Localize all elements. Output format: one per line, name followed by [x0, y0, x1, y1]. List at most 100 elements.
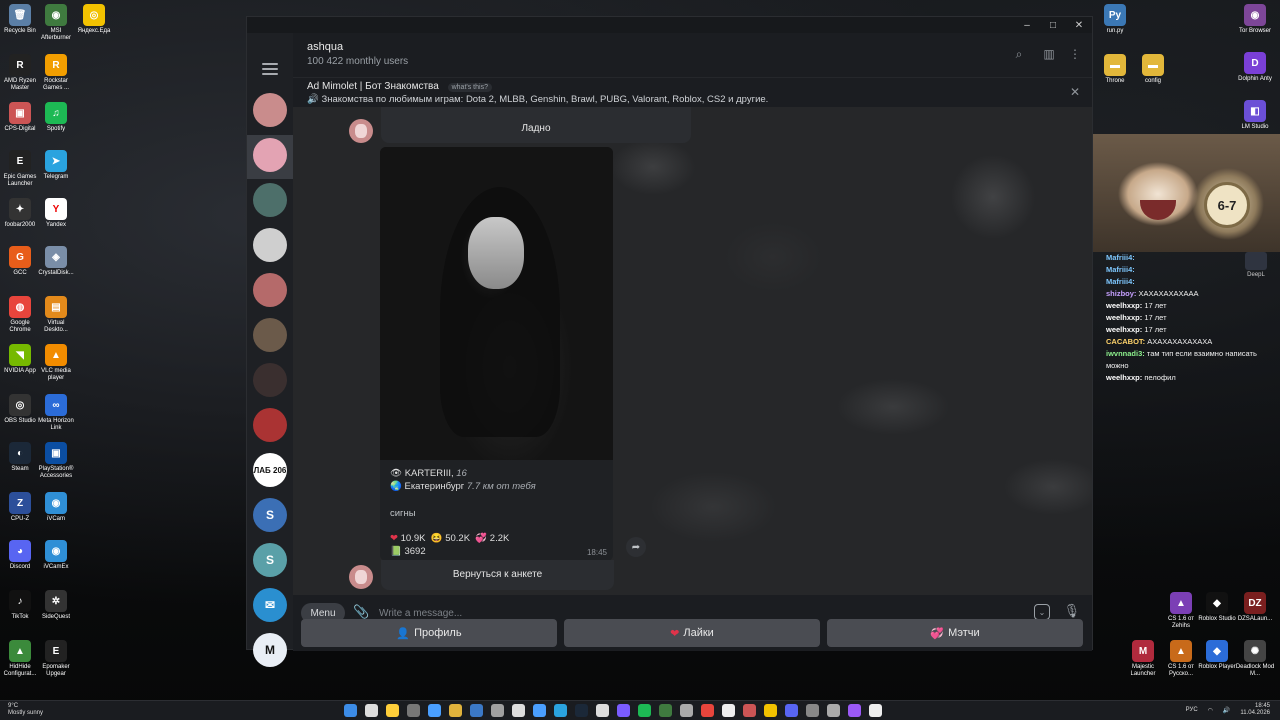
attach-icon[interactable]: 📎	[353, 604, 369, 620]
desktop-shortcut[interactable]: ◕ Discord	[0, 540, 40, 571]
keyboard-button-likes[interactable]: ❤ Лайки	[564, 619, 820, 647]
taskbar-app-icon[interactable]	[365, 704, 378, 717]
taskbar-app-icon[interactable]	[806, 704, 819, 717]
chat-list-item[interactable]	[253, 318, 287, 352]
close-button[interactable]: ✕	[1066, 17, 1092, 33]
desktop-shortcut[interactable]: ◎ OBS Studio	[0, 394, 40, 425]
taskbar-app-icon[interactable]	[869, 704, 882, 717]
desktop-shortcut[interactable]: ◥ NVIDIA App	[0, 344, 40, 375]
back-to-profile-button[interactable]: Вернуться к анкете	[381, 560, 614, 590]
desktop-shortcut[interactable]: DZ DZSALaun...	[1234, 592, 1276, 623]
taskbar-clock[interactable]: 18:45 11.04.2026	[1240, 703, 1270, 717]
desktop-shortcut[interactable]: ◉ iVCam	[36, 492, 76, 523]
desktop-shortcut[interactable]: ▲ HidHide Configurat...	[0, 640, 40, 678]
taskbar-app-icon[interactable]	[449, 704, 462, 717]
chat-list-item[interactable]	[253, 363, 287, 397]
menu-icon[interactable]	[262, 63, 278, 78]
whats-this-button[interactable]: what's this?	[447, 83, 492, 92]
search-icon[interactable]: ⌕	[1010, 45, 1028, 63]
desktop-shortcut[interactable]: Y Yandex	[36, 198, 76, 229]
taskbar-app-icon[interactable]	[407, 704, 420, 717]
more-options-icon[interactable]: ⋮	[1066, 45, 1084, 63]
desktop-shortcut[interactable]: ▣ CPS-Digital	[0, 102, 40, 133]
taskbar-app-icon[interactable]	[785, 704, 798, 717]
keyboard-button-profile[interactable]: 👤 Профиль	[301, 619, 557, 647]
taskbar-app-icon[interactable]	[764, 704, 777, 717]
taskbar-app-icon[interactable]	[596, 704, 609, 717]
taskbar-app-icon[interactable]	[827, 704, 840, 717]
chat-list-item[interactable]	[253, 273, 287, 307]
desktop-shortcut[interactable]: ✺ Deadlock Mod M...	[1234, 640, 1276, 678]
desktop-shortcut[interactable]: ∞ Meta Horizon Link	[36, 394, 76, 432]
desktop-shortcut[interactable]: ✦ foobar2000	[0, 198, 40, 229]
taskbar-app-icon[interactable]	[617, 704, 630, 717]
desktop-shortcut[interactable]: ▲ VLC media player	[36, 344, 76, 382]
sidebar-toggle-icon[interactable]: ▥	[1040, 45, 1058, 63]
wifi-icon[interactable]: ◠	[1208, 707, 1213, 714]
keyboard-toggle-icon[interactable]: ⌄	[1034, 604, 1050, 620]
desktop-shortcut[interactable]: ◈ CrystalDisk...	[36, 246, 76, 277]
taskbar-app-icon[interactable]	[680, 704, 693, 717]
taskbar-app-icon[interactable]	[470, 704, 483, 717]
chat-list-item[interactable]: M	[253, 633, 287, 667]
desktop-shortcut[interactable]: ✲ SideQuest	[36, 590, 76, 621]
desktop-shortcut[interactable]: ◆ Roblox Studio	[1196, 592, 1238, 623]
desktop-shortcut[interactable]: ◉ iVCamEx	[36, 540, 76, 571]
sponsored-message[interactable]: Ad Mimolet | Бот Знакомства what's this?…	[293, 77, 1092, 107]
desktop-shortcut[interactable]: 🗑 Recycle Bin	[0, 4, 40, 35]
chat-list-item[interactable]	[253, 93, 287, 127]
taskbar-app-icon[interactable]	[512, 704, 525, 717]
chat-list-item[interactable]: ЛАБ 206	[253, 453, 287, 487]
taskbar-app-icon[interactable]	[344, 704, 357, 717]
language-indicator[interactable]: РУС	[1186, 707, 1198, 713]
taskbar-app-icon[interactable]	[575, 704, 588, 717]
desktop-shortcut[interactable]: ◍ Google Chrome	[0, 296, 40, 334]
desktop-shortcut[interactable]: ♫ Spotify	[36, 102, 76, 133]
desktop-shortcut[interactable]: ♪ TikTok	[0, 590, 40, 621]
maximize-button[interactable]: □	[1040, 17, 1066, 33]
desktop-shortcut[interactable]: ◆ Roblox Player	[1196, 640, 1238, 671]
bot-avatar-2[interactable]	[349, 565, 373, 589]
close-ad-icon[interactable]: ✕	[1070, 85, 1080, 99]
taskbar-app-icon[interactable]	[533, 704, 546, 717]
desktop-shortcut[interactable]: ◧ LM Studio	[1234, 100, 1276, 131]
desktop-shortcut[interactable]: D Dolphin Anty	[1234, 52, 1276, 83]
chat-list-item[interactable]	[253, 138, 287, 172]
taskbar-app-icon[interactable]	[848, 704, 861, 717]
desktop-shortcut[interactable]: Z CPU-Z	[0, 492, 40, 523]
desktop-shortcut[interactable]: ◉ Tor Browser	[1234, 4, 1276, 35]
inline-button-ok[interactable]: Ладно	[381, 107, 691, 143]
taskbar-app-icon[interactable]	[491, 704, 504, 717]
taskbar-app-icon[interactable]	[722, 704, 735, 717]
taskbar-app-icon[interactable]	[743, 704, 756, 717]
taskbar-app-icon[interactable]	[428, 704, 441, 717]
profile-photo[interactable]	[380, 147, 613, 460]
taskbar-app-icon[interactable]	[701, 704, 714, 717]
desktop-shortcut[interactable]: E Epomaker Upgear	[36, 640, 76, 678]
weather-widget[interactable]: 9°C Mostly sunny	[8, 703, 43, 717]
taskbar-app-icon[interactable]	[554, 704, 567, 717]
desktop-shortcut[interactable]: M Majestic Launcher	[1122, 640, 1164, 678]
keyboard-button-matches[interactable]: 💞 Мэтчи	[827, 619, 1083, 647]
chat-title[interactable]: ashqua	[307, 41, 343, 53]
chat-list-item[interactable]: S	[253, 498, 287, 532]
desktop-shortcut[interactable]: R AMD Ryzen Master	[0, 54, 40, 92]
chat-list-item[interactable]	[253, 408, 287, 442]
desktop-shortcut[interactable]: E Epic Games Launcher	[0, 150, 40, 188]
desktop-shortcut[interactable]: ➤ Telegram	[36, 150, 76, 181]
chat-list-item[interactable]: ✉	[253, 588, 287, 622]
desktop-shortcut[interactable]: ▤ Virtual Deskto...	[36, 296, 76, 334]
taskbar-app-icon[interactable]	[638, 704, 651, 717]
chat-list-item[interactable]	[253, 228, 287, 262]
forward-icon[interactable]: ➦	[626, 537, 646, 557]
chat-list-item[interactable]: S	[253, 543, 287, 577]
desktop-shortcut[interactable]: ▣ PlayStation® Accessories	[36, 442, 76, 480]
minimize-button[interactable]: –	[1014, 17, 1040, 33]
microphone-icon[interactable]: 🎙	[1063, 603, 1080, 619]
volume-icon[interactable]: 🔊	[1223, 707, 1230, 714]
desktop-shortcut[interactable]: ◉ MSI Afterburner	[36, 4, 76, 42]
desktop-shortcut[interactable]: G GCC	[0, 246, 40, 277]
desktop-shortcut[interactable]: ▬ Throne	[1094, 54, 1136, 85]
chat-list-item[interactable]	[253, 183, 287, 217]
taskbar-app-icon[interactable]	[659, 704, 672, 717]
